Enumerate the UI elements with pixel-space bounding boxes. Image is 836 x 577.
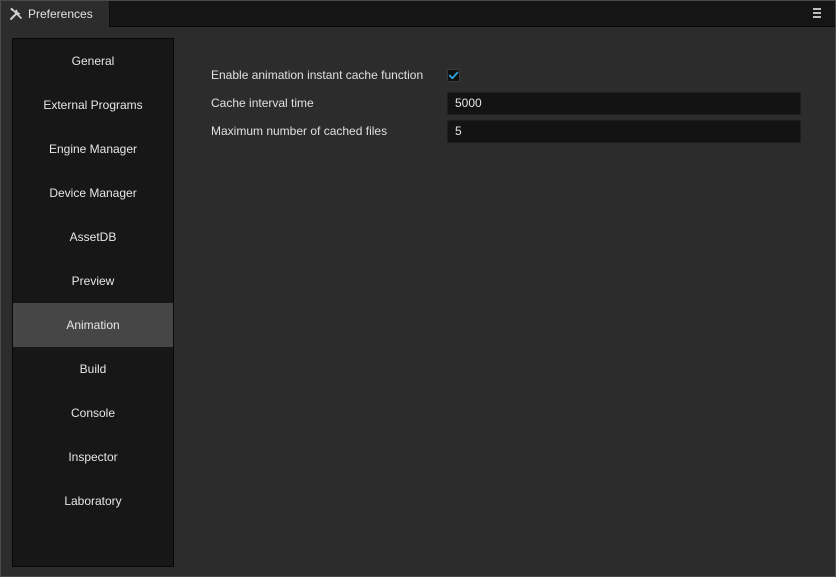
enable-cache-label: Enable animation instant cache function [211, 68, 424, 82]
sidebar-item-label: Build [79, 362, 107, 376]
setting-row-cache-interval: Cache interval time [211, 89, 803, 117]
sidebar-item-label: Engine Manager [48, 142, 138, 156]
cache-interval-input[interactable] [447, 91, 801, 115]
sidebar-item-label: Console [70, 406, 116, 420]
setting-row-max-cached: Maximum number of cached files [211, 117, 803, 145]
sidebar-item-device-manager[interactable]: Device Manager [13, 171, 173, 215]
sidebar-item-label: General [71, 54, 115, 68]
tab-bar: Preferences [1, 1, 835, 27]
sidebar-item-inspector[interactable]: Inspector [13, 435, 173, 479]
sidebar-item-preview[interactable]: Preview [13, 259, 173, 303]
sidebar-item-label: Animation [66, 318, 120, 332]
enable-cache-checkbox[interactable] [447, 68, 460, 82]
sidebar-item-label: External Programs [43, 98, 143, 112]
max-cached-input[interactable] [447, 119, 801, 143]
sidebar-item-laboratory[interactable]: Laboratory [13, 479, 173, 523]
setting-row-enable-cache: Enable animation instant cache function [211, 61, 803, 89]
sidebar-item-animation[interactable]: Animation [13, 303, 173, 347]
sidebar-item-label: Device Manager [49, 186, 137, 200]
sidebar-item-general[interactable]: General [13, 39, 173, 83]
cache-interval-label: Cache interval time [211, 96, 314, 110]
sidebar-item-build[interactable]: Build [13, 347, 173, 391]
sidebar-item-engine-manager[interactable]: Engine Manager [13, 127, 173, 171]
sidebar-item-assetdb[interactable]: AssetDB [13, 215, 173, 259]
sidebar-item-label: Inspector [68, 450, 118, 464]
sidebar-item-label: Laboratory [64, 494, 122, 508]
tools-icon [9, 7, 23, 21]
sidebar-item-console[interactable]: Console [13, 391, 173, 435]
tab-preferences[interactable]: Preferences [1, 1, 110, 27]
sidebar: General External Programs Engine Manager… [12, 38, 174, 567]
hamburger-menu-icon[interactable] [813, 7, 823, 19]
max-cached-label: Maximum number of cached files [211, 124, 388, 138]
checkmark-icon [448, 71, 459, 79]
preferences-window: Preferences General External Programs En… [0, 0, 836, 577]
sidebar-item-label: Preview [71, 274, 115, 288]
animation-settings-panel: Enable animation instant cache function … [211, 61, 803, 145]
sidebar-item-external-programs[interactable]: External Programs [13, 83, 173, 127]
sidebar-item-label: AssetDB [69, 230, 117, 244]
tab-title: Preferences [28, 7, 93, 21]
